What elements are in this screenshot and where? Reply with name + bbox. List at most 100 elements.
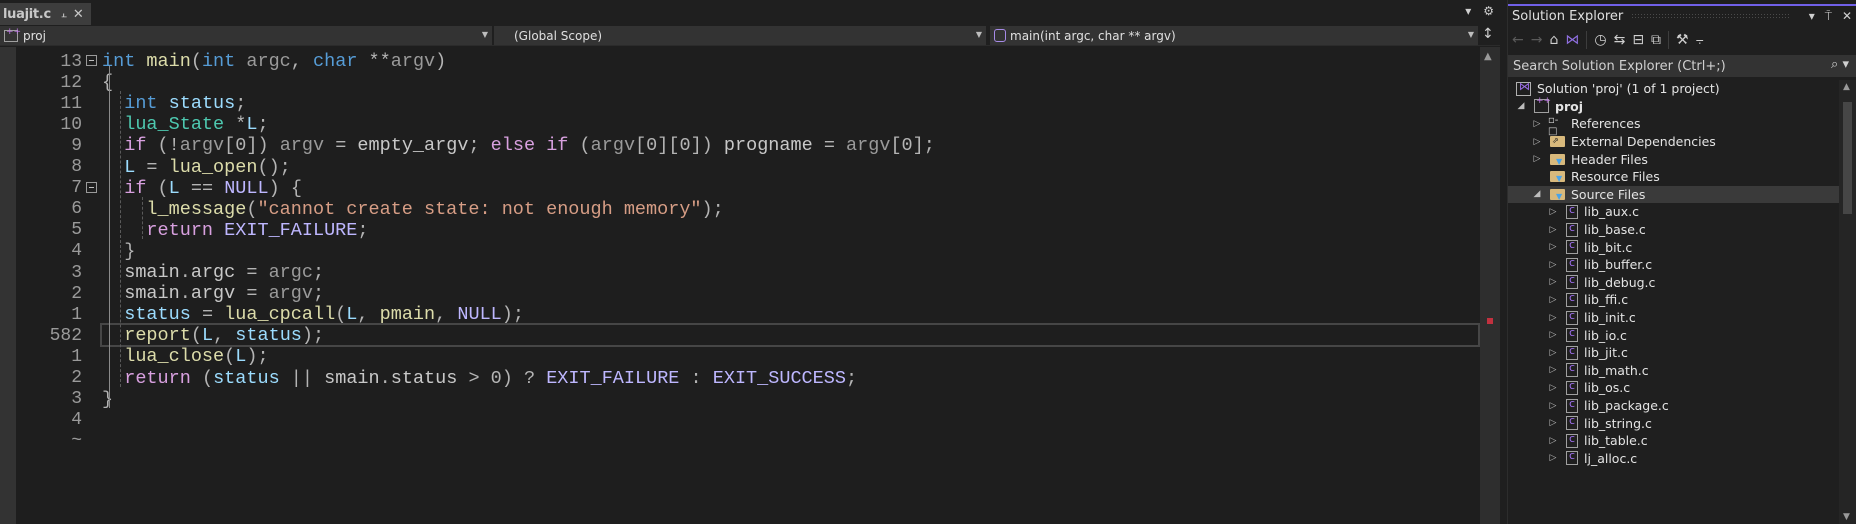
sync-with-document-icon[interactable]: ⇆ [1614,32,1626,48]
collapse-all-icon[interactable]: ⊟ [1632,32,1644,48]
line-number: 8 [71,157,82,177]
member-dropdown[interactable]: main(int argc, char ** argv) ▼ [990,26,1478,45]
scope-dropdown[interactable]: (Global Scope) ▼ [494,26,986,45]
line-number: 582 [49,325,82,346]
collapsed-arrow-icon[interactable]: ▷ [1548,277,1558,287]
collapsed-arrow-icon[interactable]: ▷ [1548,453,1558,463]
collapsed-arrow-icon[interactable]: ▷ [1548,436,1558,446]
collapsed-arrow-icon[interactable]: ▷ [1548,348,1558,358]
line-number: 12 [60,72,82,93]
expanded-arrow-icon[interactable]: ◢ [1516,101,1526,111]
collapsed-arrow-icon[interactable]: ▷ [1548,418,1558,428]
collapsed-arrow-icon[interactable]: ▷ [1548,207,1558,217]
tree-item[interactable]: ▷ lib_jit.c [1508,344,1839,362]
tree-item-label: lib_base.c [1584,222,1646,238]
back-icon[interactable]: ← [1512,32,1524,48]
tree-item[interactable]: ▷ lib_string.c [1508,414,1839,432]
tree-item-label: External Dependencies [1571,134,1716,150]
tree-item[interactable]: ▷ lib_buffer.c [1508,256,1839,274]
collapse-icon[interactable] [86,55,97,66]
scroll-up-icon[interactable]: ▲ [1484,51,1492,62]
c-file-icon [1566,291,1578,307]
tab-label: luajit.c [3,6,51,22]
pin-icon[interactable]: ⫠ [61,9,67,20]
forward-icon[interactable]: → [1531,32,1543,48]
tree-item[interactable]: ▷ lib_base.c [1508,221,1839,239]
collapsed-arrow-icon[interactable]: ▷ [1548,295,1558,305]
scroll-thumb[interactable] [1843,102,1852,214]
tree-item-label: lib_io.c [1584,327,1627,343]
close-icon[interactable]: ✕ [73,7,84,22]
tree-item[interactable]: ▷ Header Files [1508,150,1839,168]
expanded-arrow-icon[interactable]: ◢ [1532,189,1542,199]
project-dropdown[interactable]: proj ▼ [0,26,492,45]
close-icon[interactable]: ✕ [1842,9,1852,23]
tree-item[interactable]: ◢ proj [1508,96,1839,116]
drag-grip[interactable] [1631,13,1791,19]
code-text: L = lua_open(); [124,156,291,178]
search-icon[interactable]: ⌕ ▾ [1831,57,1849,72]
error-marker[interactable] [1487,318,1493,324]
switch-views-icon[interactable]: ⋈ [1565,32,1579,48]
tree-item[interactable]: Solution 'proj' (1 of 1 project) [1508,80,1839,98]
tree-item-label: proj [1555,98,1583,114]
editor-vertical-scrollbar[interactable]: ▲ [1480,47,1500,524]
code-view[interactable]: 13 int main(int argc, char **argv) 12{11 i… [16,47,1480,524]
tree-item[interactable]: ▷ lib_os.c [1508,379,1839,397]
tree-item-label: lib_bit.c [1584,239,1633,255]
collapsed-arrow-icon[interactable]: ▷ [1548,401,1558,411]
tree-item[interactable]: ▷ lib_init.c [1508,309,1839,327]
search-solution-explorer[interactable]: Search Solution Explorer (Ctrl+;) ⌕ ▾ [1508,55,1856,77]
tree-item[interactable]: ▷ References [1508,115,1839,137]
tree-item[interactable]: ▷ lib_aux.c [1508,203,1839,221]
collapsed-arrow-icon[interactable]: ▷ [1548,260,1558,270]
tree-item[interactable]: ▷ lib_package.c [1508,397,1839,415]
tree-item-label: lib_math.c [1584,362,1649,378]
collapsed-arrow-icon[interactable]: ▷ [1548,313,1558,323]
collapsed-arrow-icon[interactable]: ▷ [1532,154,1542,164]
tree-item[interactable]: ▷ lib_ffi.c [1508,291,1839,309]
pending-changes-filter-icon[interactable]: ◷ [1594,32,1606,48]
solution-tree: Solution 'proj' (1 of 1 project) ◢ proj ▷ Re… [1508,80,1839,524]
line-number: 7 [71,178,82,199]
pin-icon[interactable]: ⍑ [1825,9,1832,24]
tree-item[interactable]: ▷ lib_debug.c [1508,273,1839,292]
collapsed-arrow-icon[interactable]: ▷ [1548,365,1558,375]
tree-item[interactable]: ▷ lib_math.c [1508,361,1839,380]
collapsed-arrow-icon[interactable]: ▷ [1532,137,1542,147]
tree-item[interactable]: ▷ lib_table.c [1508,432,1839,450]
tree-item[interactable]: ▷ External Dependencies [1508,133,1839,151]
filter-folder-icon [1550,188,1565,201]
tree-item[interactable]: ▷ lib_bit.c [1508,238,1839,256]
code-text: lua_State *L; [124,114,269,136]
solution-explorer-scrollbar[interactable]: ▲ ▼ [1839,80,1856,524]
show-all-files-icon[interactable]: ⧉ [1651,32,1661,48]
collapsed-arrow-icon[interactable]: ▷ [1548,383,1558,393]
code-text: smain.argv = argv; [124,283,325,305]
gear-icon[interactable]: ⚙ [1483,4,1494,18]
tree-item[interactable]: ◢ Source Files [1508,185,1839,204]
tree-item-label: lib_buffer.c [1584,257,1653,273]
chevron-down-icon[interactable]: ▾ [1465,4,1471,18]
toolbar-separator [1668,31,1670,49]
collapsed-arrow-icon[interactable]: ▷ [1548,242,1558,252]
scroll-down-icon[interactable]: ▼ [1843,512,1850,522]
scroll-up-icon[interactable]: ▲ [1843,82,1850,92]
code-text: int main(int argc, char **argv) [102,51,447,72]
preview-selected-icon[interactable]: ⨪ [1696,32,1704,48]
collapsed-arrow-icon[interactable]: ▷ [1532,119,1542,129]
home-icon[interactable]: ⌂ [1549,32,1558,48]
line-number: 1 [71,346,82,367]
split-editor-icon[interactable]: ↕ [1482,26,1494,42]
properties-icon[interactable]: ⚒ [1676,32,1689,48]
chevron-down-icon[interactable]: ▾ [1809,9,1815,23]
tree-item[interactable]: ▷ lib_io.c [1508,326,1839,344]
tree-item[interactable]: ▷ lj_alloc.c [1508,449,1839,468]
collapsed-arrow-icon[interactable]: ▷ [1548,225,1558,235]
tab-luajit-c[interactable]: luajit.c ⫠ ✕ [0,3,91,25]
code-line[interactable]: ~ [16,429,1480,454]
tree-item[interactable]: Resource Files [1508,168,1839,186]
search-input[interactable]: Search Solution Explorer (Ctrl+;) [1513,59,1726,74]
collapsed-arrow-icon[interactable]: ▷ [1548,330,1558,340]
collapse-icon[interactable] [86,181,97,193]
